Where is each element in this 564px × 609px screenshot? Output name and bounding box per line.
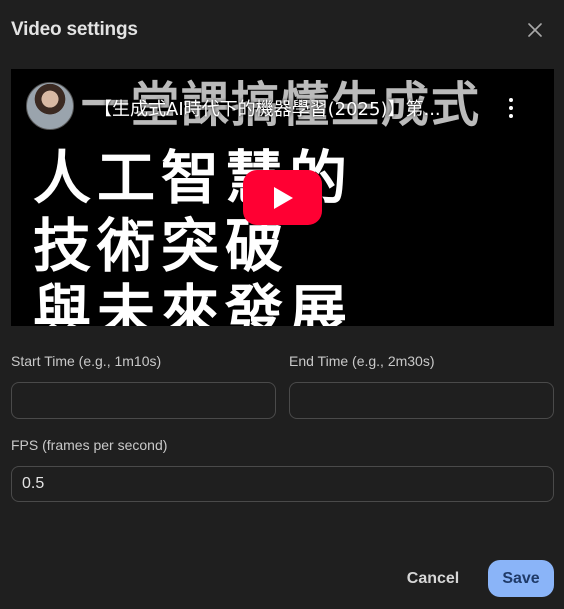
video-title[interactable]: 【生成式AI時代下的機器學習(2025)】第...: [94, 95, 474, 121]
dialog-title: Video settings: [11, 19, 138, 40]
cancel-button[interactable]: Cancel: [396, 560, 470, 597]
close-icon: [528, 23, 542, 37]
thumbnail-caption-line: 與未來發展: [33, 278, 354, 326]
end-time-input[interactable]: [289, 382, 554, 419]
channel-avatar[interactable]: [26, 82, 74, 130]
play-button[interactable]: [243, 170, 322, 225]
save-button[interactable]: Save: [488, 560, 554, 597]
video-settings-dialog: Video settings 一堂課搞懂生成式 人工智慧的 技術突破 與未來發展…: [0, 0, 564, 609]
start-time-label: Start Time (e.g., 1m10s): [11, 353, 162, 369]
video-player[interactable]: 一堂課搞懂生成式 人工智慧的 技術突破 與未來發展 【生成式AI時代下的機器學習…: [11, 69, 554, 326]
fps-input[interactable]: [11, 466, 554, 502]
end-time-label: End Time (e.g., 2m30s): [289, 353, 435, 369]
more-vert-icon[interactable]: [505, 96, 517, 120]
close-button[interactable]: [521, 16, 549, 44]
fps-label: FPS (frames per second): [11, 437, 168, 453]
play-icon: [273, 186, 293, 209]
start-time-input[interactable]: [11, 382, 276, 419]
